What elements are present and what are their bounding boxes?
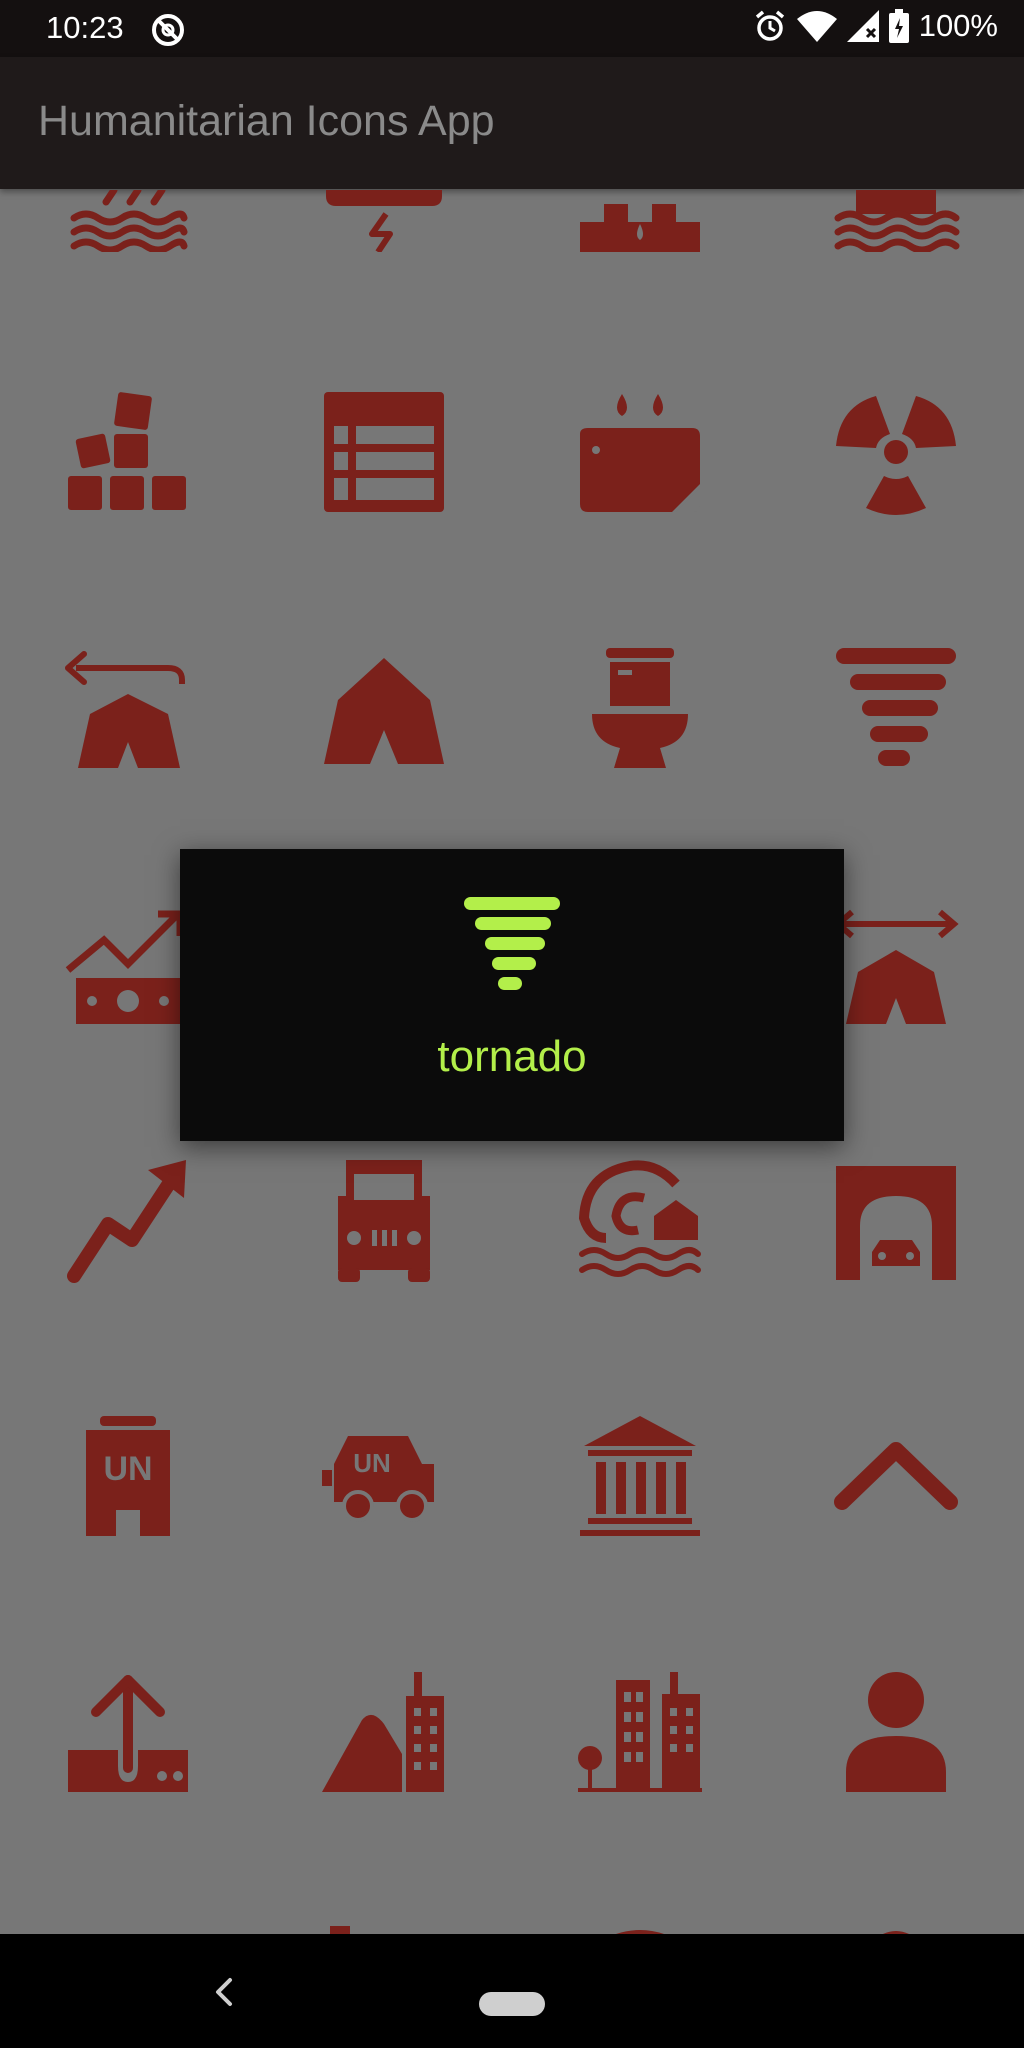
money-growth-icon[interactable] xyxy=(64,900,192,1028)
water-supply-icon[interactable] xyxy=(576,388,704,516)
upload-icon[interactable] xyxy=(64,1668,192,1796)
tornado-icon xyxy=(464,897,560,990)
tsunami-icon[interactable] xyxy=(576,1156,704,1284)
flood-icon[interactable] xyxy=(64,190,192,252)
university-icon[interactable] xyxy=(576,1412,704,1540)
status-bar: 10:23 100% xyxy=(0,0,1024,57)
tornado-icon[interactable] xyxy=(832,644,960,772)
truck-icon[interactable] xyxy=(320,1156,448,1284)
battery-percent: 100% xyxy=(918,8,998,43)
un-vehicle-icon[interactable]: UN xyxy=(320,1412,448,1540)
tunnel-icon[interactable] xyxy=(832,1156,960,1284)
app-bar: Humanitarian Icons App xyxy=(0,57,1024,189)
urban-icon[interactable] xyxy=(576,1668,704,1796)
wifi-icon xyxy=(796,11,837,42)
battery-icon xyxy=(888,9,909,43)
home-pill[interactable] xyxy=(479,1992,545,2016)
return-shelter-icon[interactable] xyxy=(64,644,192,772)
icon-name-label: tornado xyxy=(437,1032,587,1081)
toilet-icon[interactable] xyxy=(576,644,704,772)
chevron-up-icon[interactable] xyxy=(832,1412,960,1540)
urban-rural-icon[interactable] xyxy=(320,1668,448,1796)
do-not-disturb-icon xyxy=(152,14,184,46)
partial-icon-1[interactable] xyxy=(320,1924,448,1934)
un-building-icon[interactable]: UN xyxy=(64,1412,192,1540)
user-icon[interactable] xyxy=(832,1668,960,1796)
svg-text:UN: UN xyxy=(103,1450,152,1488)
flood-house-icon[interactable] xyxy=(832,190,960,252)
app-title: Humanitarian Icons App xyxy=(38,97,495,145)
status-icons: 100% xyxy=(753,8,998,44)
status-time: 10:23 xyxy=(46,10,124,45)
radiation-icon[interactable] xyxy=(832,388,960,516)
blocks-icon[interactable] xyxy=(64,388,192,516)
partial-icon-2[interactable] xyxy=(576,1924,704,1934)
back-icon[interactable] xyxy=(208,1974,244,2010)
svg-text:UN: UN xyxy=(353,1448,391,1478)
alarm-icon xyxy=(755,10,784,41)
shelter-move-icon[interactable] xyxy=(832,900,960,1028)
storm-icon[interactable] xyxy=(320,190,448,252)
icon-preview-dialog[interactable]: tornado xyxy=(180,849,844,1141)
navigation-bar xyxy=(0,1934,1024,2048)
table-icon[interactable] xyxy=(320,388,448,516)
signal-icon xyxy=(846,10,879,42)
partial-icon-3[interactable] xyxy=(832,1924,960,1934)
water-facility-icon[interactable] xyxy=(576,190,704,252)
trend-up-icon[interactable] xyxy=(64,1156,192,1284)
tent-icon[interactable] xyxy=(320,644,448,772)
